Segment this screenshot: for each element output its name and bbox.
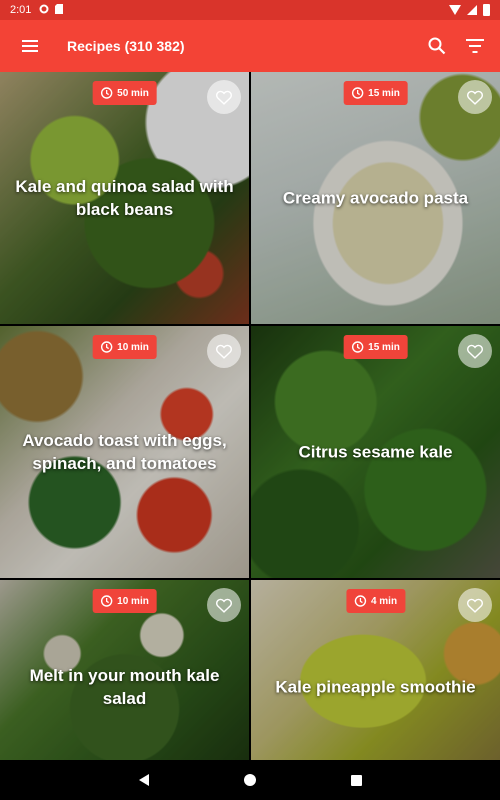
clock-icon (351, 87, 363, 99)
battery-icon (483, 4, 490, 16)
recipe-card[interactable]: 50 min Kale and quinoa salad with black … (0, 72, 249, 324)
back-icon (139, 774, 149, 786)
favorite-button[interactable] (207, 588, 241, 622)
heart-outline-icon (215, 90, 233, 105)
home-button[interactable] (197, 760, 303, 800)
recipe-card[interactable]: 4 min Kale pineapple smoothie (251, 580, 500, 764)
status-bar: 2:01 (0, 0, 500, 20)
wifi-icon (449, 5, 461, 15)
filter-icon (466, 39, 484, 53)
cook-time-text: 15 min (368, 341, 400, 353)
cook-time-text: 10 min (117, 595, 149, 607)
cook-time-text: 10 min (117, 341, 149, 353)
cook-time-text: 15 min (368, 87, 400, 99)
system-nav-bar (0, 760, 500, 800)
recipe-title: Kale and quinoa salad with black beans (15, 177, 234, 219)
recipe-title: Melt in your mouth kale salad (29, 665, 220, 708)
page-title: Recipes (310 382) (67, 38, 185, 54)
cook-time-text: 4 min (370, 595, 398, 607)
recipe-card[interactable]: 10 min Avocado toast with eggs, spinach,… (0, 326, 249, 578)
recipe-title: Creamy avocado pasta (282, 188, 469, 208)
filter-button[interactable] (456, 20, 494, 72)
recipe-card[interactable]: 15 min Citrus sesame kale (251, 326, 500, 578)
recents-button[interactable] (303, 760, 409, 800)
clock-icon (100, 341, 112, 353)
recipe-card[interactable]: 10 min Melt in your mouth kale salad (0, 580, 249, 764)
recents-icon (350, 774, 362, 786)
cook-time-badge: 15 min (343, 81, 408, 105)
home-icon (244, 774, 256, 786)
clock-icon (100, 595, 112, 607)
sd-card-status-icon (55, 3, 64, 17)
clock-icon (351, 341, 363, 353)
cook-time-badge: 10 min (92, 335, 157, 359)
favorite-button[interactable] (458, 80, 492, 114)
search-icon (428, 37, 446, 55)
recipe-grid: 50 min Kale and quinoa salad with black … (0, 72, 500, 764)
heart-outline-icon (215, 344, 233, 359)
heart-outline-icon (466, 598, 484, 613)
cook-time-text: 50 min (117, 87, 149, 99)
back-button[interactable] (91, 760, 197, 800)
clock-icon (100, 87, 112, 99)
recipe-title: Kale pineapple smoothie (275, 677, 476, 697)
menu-button[interactable] (0, 20, 60, 72)
settings-status-icon (39, 4, 49, 17)
cook-time-badge: 10 min (92, 589, 157, 613)
recipe-title: Citrus sesame kale (298, 442, 453, 462)
signal-icon (467, 5, 477, 15)
cook-time-badge: 50 min (92, 81, 157, 105)
recipe-title: Avocado toast with eggs, spinach, and to… (22, 431, 227, 473)
favorite-button[interactable] (458, 334, 492, 368)
app-bar: Recipes (310 382) (0, 20, 500, 72)
heart-outline-icon (466, 344, 484, 359)
status-time: 2:01 (10, 4, 32, 16)
favorite-button[interactable] (207, 80, 241, 114)
search-button[interactable] (418, 20, 456, 72)
heart-outline-icon (215, 598, 233, 613)
cook-time-badge: 15 min (343, 335, 408, 359)
favorite-button[interactable] (207, 334, 241, 368)
heart-outline-icon (466, 90, 484, 105)
clock-icon (354, 595, 366, 607)
cook-time-badge: 4 min (345, 589, 406, 613)
favorite-button[interactable] (458, 588, 492, 622)
hamburger-icon (22, 40, 38, 52)
recipe-card[interactable]: 15 min Creamy avocado pasta (251, 72, 500, 324)
